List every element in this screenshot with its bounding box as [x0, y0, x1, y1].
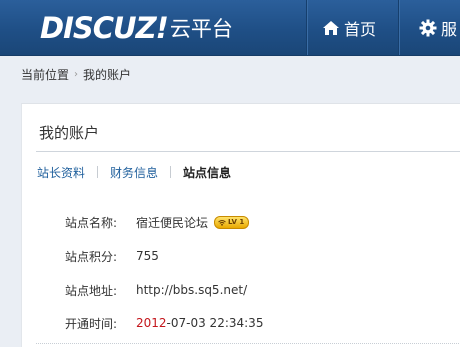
account-panel: 我的账户 站长资料 财务信息 站点信息 站点名称: 宿迁便民论坛 LV 1 站点… [21, 103, 460, 347]
gear-icon [419, 19, 437, 36]
nav-home[interactable]: 首页 [322, 0, 376, 55]
nav-service-label: 服 [441, 19, 458, 39]
open-time-value: 2012-07-03 22:34:35 [136, 316, 263, 330]
tab-divider [170, 166, 172, 178]
open-time-rest: -07-03 22:34:35 [166, 316, 264, 330]
tab-webmaster-info[interactable]: 站长资料 [37, 164, 85, 181]
discuz-logo[interactable]: DISCUZ! 云平台 [40, 11, 233, 45]
level-badge: LV 1 [214, 215, 250, 229]
home-icon [323, 20, 339, 35]
field-site-points: 站点积分: 755 [65, 248, 159, 264]
field-label: 开通时间: [65, 316, 118, 331]
account-tabs: 站长资料 财务信息 站点信息 [37, 164, 231, 180]
breadcrumb-separator: › [74, 68, 79, 80]
field-label: 站点积分: [65, 249, 118, 264]
logo-main-text: DISCUZ! [40, 11, 169, 45]
logo-sub-text: 云平台 [169, 17, 233, 41]
bottom-divider [36, 343, 460, 345]
field-site-url: 站点地址: http://bbs.sq5.net/ [65, 282, 247, 298]
wifi-icon [218, 219, 226, 226]
open-time-year: 2012 [136, 316, 167, 330]
tab-finance-info[interactable]: 财务信息 [110, 164, 158, 181]
nav-divider [306, 0, 307, 55]
site-name-value: 宿迁便民论坛 [136, 215, 209, 230]
level-badge-text: LV 1 [228, 217, 245, 226]
nav-home-label: 首页 [344, 19, 377, 39]
field-label: 站点名称: [65, 215, 118, 230]
nav-service[interactable]: 服 [419, 0, 457, 55]
tab-divider [97, 166, 99, 178]
site-url-value: http://bbs.sq5.net/ [136, 283, 248, 297]
site-points-value: 755 [136, 249, 159, 263]
title-divider [36, 151, 460, 152]
breadcrumb-current-position: 当前位置 [21, 67, 70, 82]
field-label: 站点地址: [65, 283, 118, 298]
breadcrumb-my-account[interactable]: 我的账户 [83, 66, 131, 83]
field-site-name: 站点名称: 宿迁便民论坛 LV 1 [65, 214, 250, 230]
top-header: DISCUZ! 云平台 首页 服 [0, 0, 460, 56]
page-title: 我的账户 [39, 124, 100, 142]
breadcrumb: 当前位置 › 我的账户 [21, 56, 460, 92]
field-open-time: 开通时间: 2012-07-03 22:34:35 [65, 315, 263, 331]
nav-divider [398, 0, 399, 55]
tab-site-info[interactable]: 站点信息 [183, 164, 231, 181]
